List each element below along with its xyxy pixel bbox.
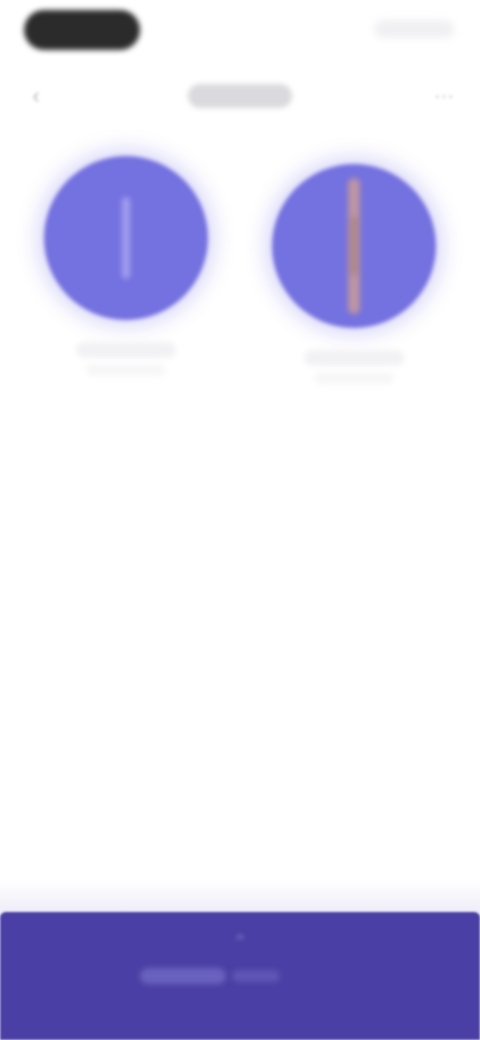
bottom-action-bar[interactable]: ⌃: [0, 912, 480, 1040]
tile-left[interactable]: [36, 156, 216, 386]
tile-icon: [122, 197, 130, 279]
tile-sublabel: [86, 364, 166, 376]
status-bar: [0, 0, 480, 64]
top-bar: ‹ ⋯: [0, 64, 480, 128]
tile-sublabel: [314, 372, 394, 384]
tile-right[interactable]: [264, 164, 444, 394]
tile-circle[interactable]: [272, 164, 436, 328]
status-right-icons: [374, 20, 454, 38]
page-title: [188, 84, 292, 108]
back-button[interactable]: ‹: [20, 80, 52, 112]
bottom-label-secondary: [232, 970, 280, 982]
tile-circle[interactable]: [44, 156, 208, 320]
more-icon: ⋯: [434, 85, 454, 108]
status-time-pill: [24, 10, 140, 50]
bottom-icon: ⌃: [232, 931, 248, 952]
chevron-left-icon: ‹: [32, 83, 40, 108]
tile-icon: [348, 178, 360, 314]
tile-label: [304, 350, 404, 366]
bottom-label: [140, 968, 226, 984]
more-button[interactable]: ⋯: [428, 80, 460, 112]
tile-label: [76, 342, 176, 358]
